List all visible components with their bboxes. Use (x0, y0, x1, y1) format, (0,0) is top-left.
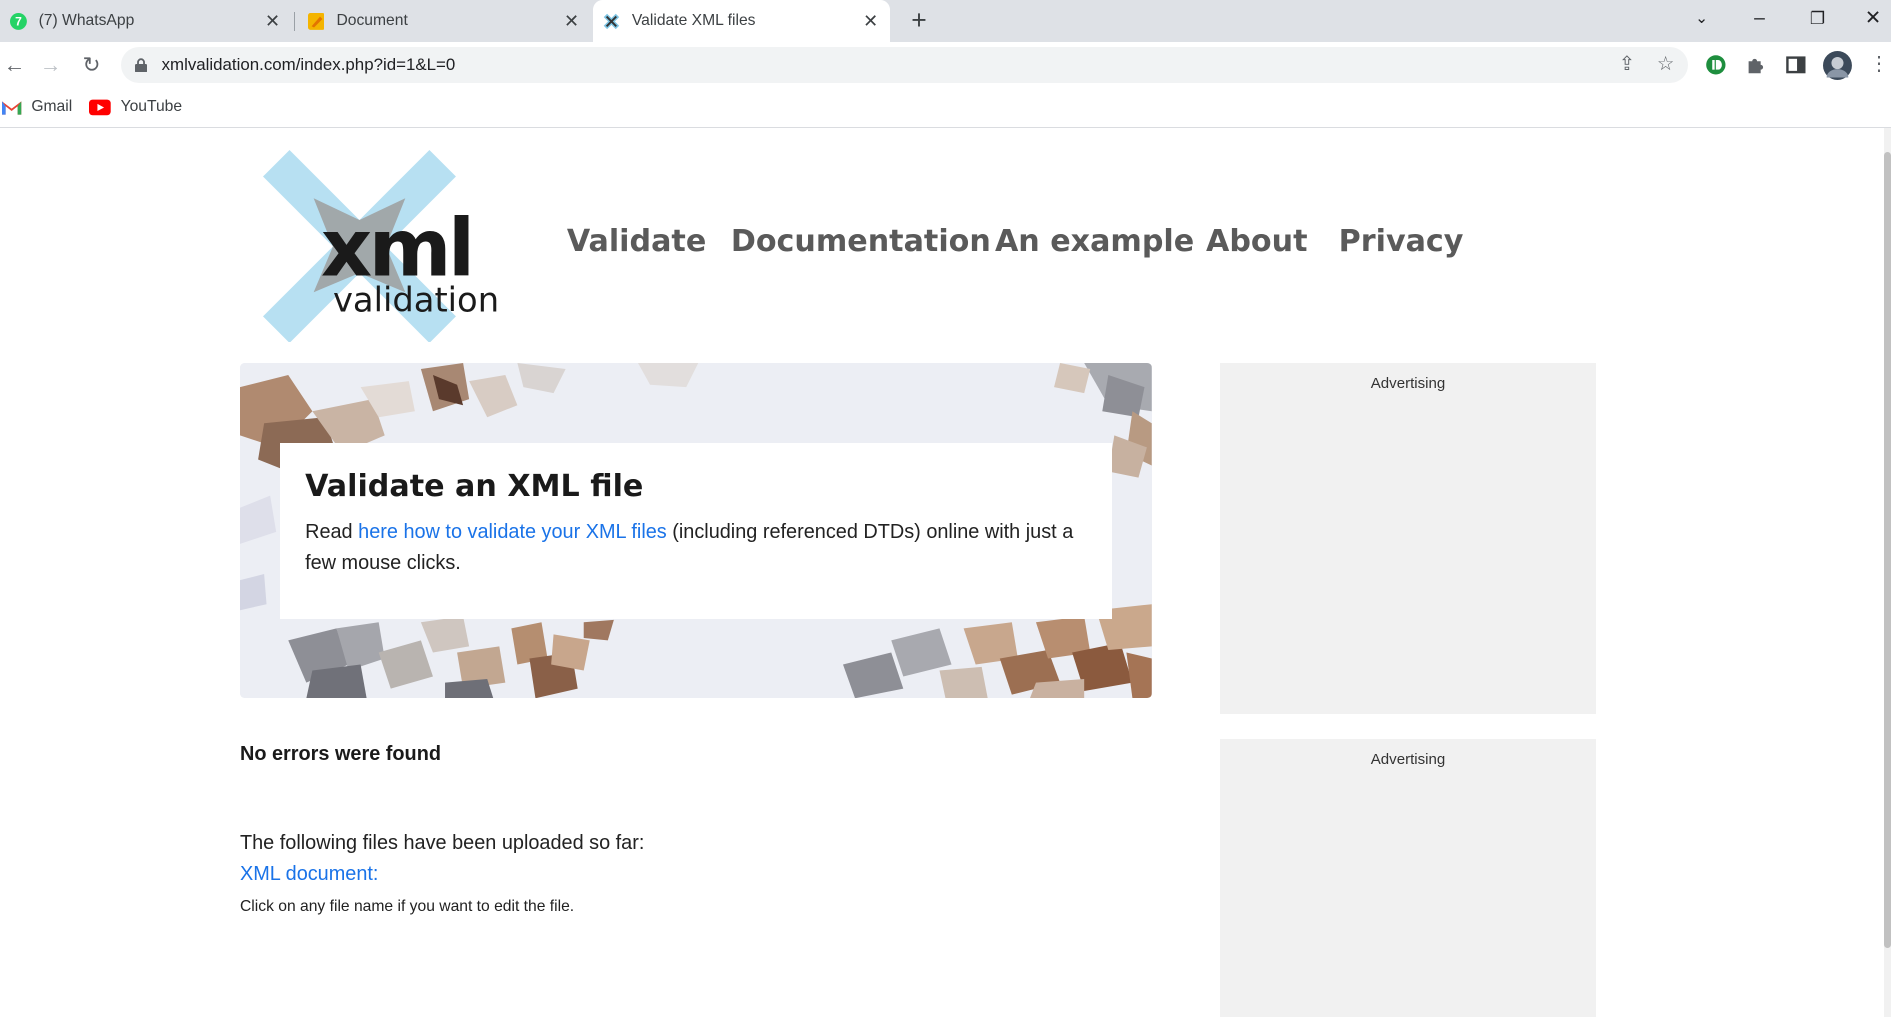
intro-prefix: Read (305, 521, 359, 544)
nav-privacy[interactable]: Privacy (1339, 224, 1464, 259)
nav-documentation[interactable]: Documentation (731, 224, 991, 259)
ad-slot-1[interactable]: Advertising (1220, 362, 1596, 714)
close-icon[interactable]: ✕ (560, 11, 584, 32)
window-close-button[interactable]: ✕ (1845, 0, 1891, 39)
reload-button[interactable]: ↻ (77, 51, 106, 80)
side-panel-icon[interactable] (1785, 54, 1807, 76)
close-icon[interactable]: ✕ (859, 11, 883, 32)
youtube-icon (89, 99, 111, 116)
ad-slot-2[interactable]: Advertising (1220, 739, 1596, 1017)
new-tab-button[interactable]: + (905, 4, 934, 38)
uploaded-files-label: The following files have been uploaded s… (239, 832, 645, 855)
nav-an-example[interactable]: An example (995, 224, 1194, 259)
web-page: xml validation Validate Documentation An… (0, 127, 1884, 1017)
close-icon[interactable]: ✕ (261, 11, 285, 32)
bookmark-star-icon[interactable]: ☆ (1655, 54, 1677, 76)
intro-text: Read here how to validate your XML files… (305, 517, 1089, 577)
tab-document[interactable]: Document ✕ (298, 0, 591, 42)
back-button[interactable]: ← (0, 51, 29, 80)
bookmark-label: Gmail (31, 98, 73, 116)
nav-about[interactable]: About (1206, 224, 1307, 259)
xml-validation-icon (603, 13, 620, 29)
advertising-label: Advertising (1370, 751, 1446, 769)
tab-title: Document (336, 12, 408, 30)
browser-toolbar: ← → ↻ xmlvalidation.com/index.php?id=1&L… (0, 42, 1891, 89)
validation-status: No errors were found (239, 742, 441, 765)
extension-green-icon[interactable] (1705, 54, 1727, 76)
bookmark-youtube[interactable]: YouTube (89, 96, 182, 118)
tab-whatsapp[interactable]: 7 (7) WhatsApp ✕ (0, 0, 292, 42)
tab-separator (294, 12, 296, 32)
bookmark-label: YouTube (120, 98, 183, 116)
menu-kebab-icon[interactable]: ⋮ (1864, 51, 1891, 80)
document-icon (307, 12, 325, 30)
svg-text:7: 7 (15, 14, 22, 28)
how-to-validate-link[interactable]: here how to validate your XML files (358, 521, 667, 543)
whatsapp-icon: 7 (9, 12, 27, 30)
forward-button[interactable]: → (36, 51, 65, 80)
share-icon[interactable]: ⇪ (1616, 54, 1638, 76)
address-bar[interactable]: xmlvalidation.com/index.php?id=1&L=0 ⇪ ☆ (120, 47, 1689, 84)
minimize-button[interactable]: – (1732, 0, 1787, 39)
gmail-icon (2, 101, 22, 115)
extensions-puzzle-icon[interactable] (1745, 54, 1767, 76)
logo-text-sub: validation (333, 280, 499, 319)
xmlvalidation-logo[interactable]: xml validation (262, 149, 511, 343)
url-text: xmlvalidation.com/index.php?id=1&L=0 (161, 55, 456, 75)
profile-avatar[interactable] (1823, 50, 1853, 80)
xml-document-link[interactable]: XML document: (240, 863, 378, 886)
bookmarks-bar: Gmail YouTube (0, 88, 1891, 128)
advertising-label: Advertising (1370, 375, 1446, 393)
hero-banner: Validate an XML file Read here how to va… (239, 362, 1152, 699)
tab-title: (7) WhatsApp (38, 12, 135, 30)
bookmark-gmail[interactable]: Gmail (2, 96, 72, 118)
nav-validate[interactable]: Validate (567, 224, 706, 259)
scrollbar-thumb[interactable] (1883, 151, 1891, 948)
tab-strip: 7 (7) WhatsApp ✕ Document ✕ Validate XML… (0, 0, 1891, 43)
page-title: Validate an XML file (305, 469, 644, 505)
tab-search-chevron-icon[interactable]: ⌄ (1674, 0, 1729, 39)
edit-hint: Click on any file name if you want to ed… (239, 898, 575, 916)
restore-button[interactable]: ❐ (1790, 0, 1845, 39)
tab-validate-xml[interactable]: Validate XML files ✕ (593, 0, 891, 43)
tab-title: Validate XML files (631, 12, 756, 30)
lock-icon (135, 58, 148, 73)
intro-card: Validate an XML file Read here how to va… (279, 442, 1112, 619)
